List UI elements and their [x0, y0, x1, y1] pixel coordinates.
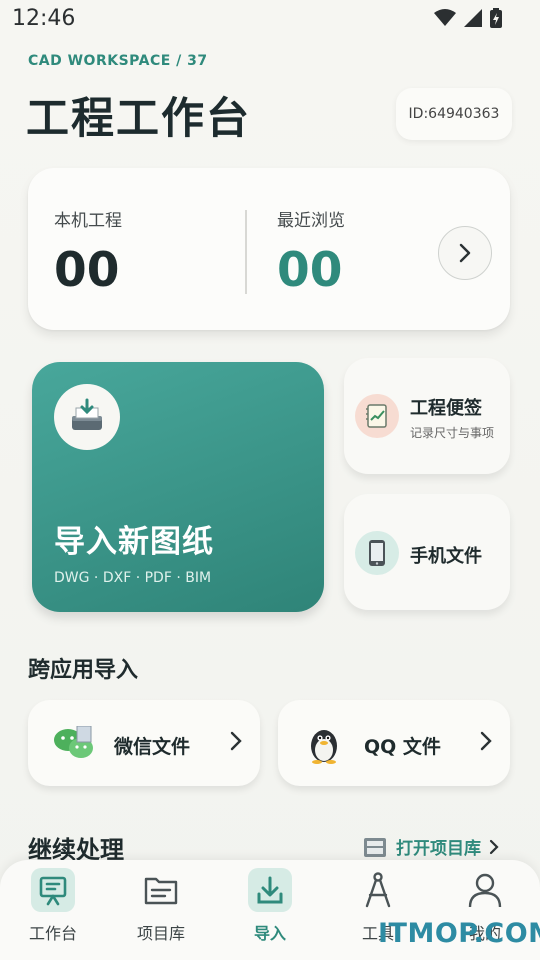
import-tile-title: 导入新图纸 — [54, 524, 214, 560]
cross-app-section-title: 跨应用导入 — [28, 658, 139, 683]
import-tray-icon — [54, 384, 120, 450]
workspace-eyebrow: CAD WORKSPACE / 37 — [28, 53, 208, 69]
local-projects-count: 00 — [54, 243, 120, 298]
import-icon — [248, 868, 292, 912]
status-icons — [434, 8, 502, 28]
chevron-right-icon — [480, 731, 492, 751]
engineering-notes-title: 工程便签 — [410, 398, 482, 419]
import-drawing-tile[interactable]: 导入新图纸 DWG · DXF · PDF · BIM — [32, 362, 324, 612]
notepad-icon — [355, 394, 399, 438]
wifi-icon — [434, 9, 456, 26]
recent-browse-label: 最近浏览 — [277, 211, 345, 231]
import-tile-formats: DWG · DXF · PDF · BIM — [54, 570, 212, 586]
chevron-right-icon — [459, 243, 471, 263]
folder-icon — [139, 868, 183, 912]
status-time: 12:46 — [12, 6, 76, 31]
qq-files-label: QQ 文件 — [364, 736, 441, 758]
engineering-notes-subtitle: 记录尺寸与事项 — [410, 426, 495, 440]
stats-card[interactable]: 本机工程 00 最近浏览 00 — [28, 168, 510, 330]
status-bar: 12:46 — [0, 0, 540, 38]
recent-browse-count: 00 — [277, 243, 343, 298]
recent-browse-stat: 最近浏览 00 — [277, 206, 345, 294]
user-id-badge[interactable]: ID:64940363 — [396, 88, 512, 140]
workbench-icon — [31, 868, 75, 912]
phone-files-tile[interactable]: 手机文件 — [344, 494, 510, 610]
wechat-files-card[interactable]: 微信文件 — [28, 700, 260, 786]
stats-divider — [245, 210, 247, 294]
local-projects-label: 本机工程 — [54, 211, 122, 231]
chevron-right-icon — [230, 731, 242, 751]
compass-icon — [356, 868, 400, 912]
nav-projects-label: 项目库 — [136, 924, 185, 943]
stats-more-button[interactable] — [438, 226, 492, 280]
nav-workbench-label: 工作台 — [28, 924, 77, 943]
nav-import-label: 导入 — [253, 924, 286, 943]
chevron-right-icon — [489, 839, 499, 854]
phone-icon — [355, 531, 399, 575]
qq-files-card[interactable]: QQ 文件 — [278, 700, 510, 786]
page-title: 工程工作台 — [26, 94, 251, 144]
user-icon — [463, 868, 507, 912]
qq-penguin-icon — [302, 722, 346, 766]
nav-workbench[interactable]: 工作台 — [8, 868, 98, 944]
phone-files-title: 手机文件 — [410, 546, 482, 567]
site-watermark: ITMOP.COM — [378, 918, 540, 949]
signal-icon — [464, 9, 482, 27]
nav-import[interactable]: 导入 — [225, 868, 315, 944]
open-project-library-label: 打开项目库 — [396, 839, 481, 859]
wechat-files-label: 微信文件 — [114, 736, 191, 758]
nav-projects[interactable]: 项目库 — [116, 868, 206, 944]
engineering-notes-tile[interactable]: 工程便签 记录尺寸与事项 — [344, 358, 510, 474]
wechat-icon — [52, 722, 96, 766]
cabinet-icon — [364, 837, 386, 857]
battery-icon — [490, 8, 502, 28]
local-projects-stat: 本机工程 00 — [54, 206, 122, 294]
open-project-library-link[interactable]: 打开项目库 — [362, 834, 499, 859]
